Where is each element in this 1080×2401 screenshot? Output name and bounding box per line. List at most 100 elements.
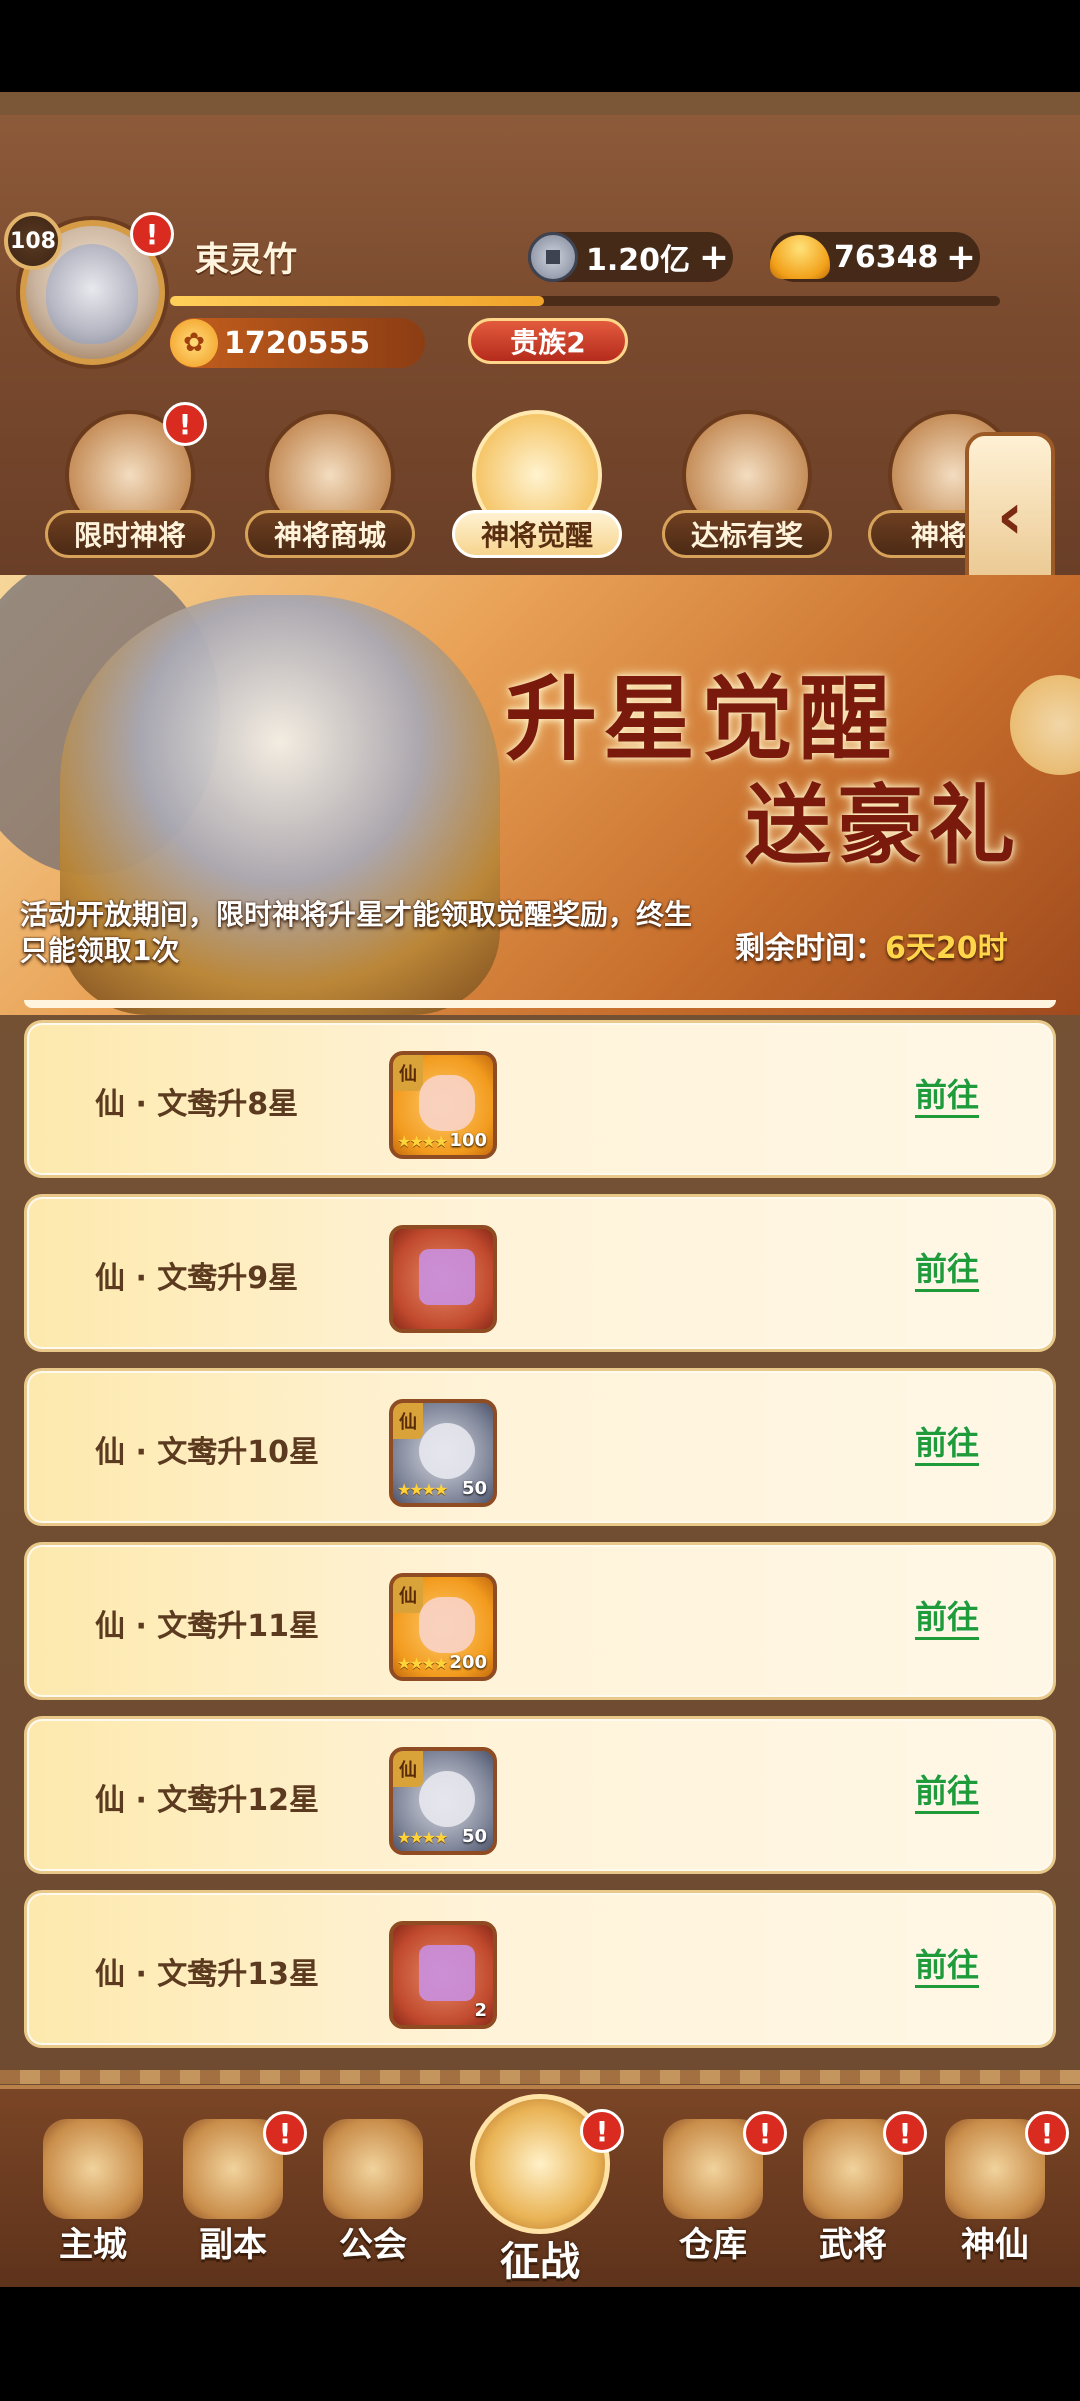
list-item: 仙 · 文鸯升12星 仙 ★★★★ 50 前往 bbox=[24, 1716, 1056, 1874]
tab-alert-icon: ! bbox=[163, 402, 207, 446]
treasure-chest-icon bbox=[419, 1945, 475, 2001]
star-rating: ★★★★ bbox=[397, 1654, 448, 1673]
go-button[interactable]: 前往 bbox=[915, 1075, 980, 1118]
nav-label: 武将 bbox=[819, 2225, 887, 2265]
tab-milestone-reward[interactable]: 达标有奖 bbox=[662, 410, 832, 570]
tab-label: 限时神将 bbox=[45, 510, 215, 558]
reward-tag: 仙 bbox=[393, 1577, 423, 1613]
nav-main-city[interactable]: 主城 bbox=[28, 2119, 158, 2279]
nav-label: 神仙 bbox=[961, 2225, 1029, 2265]
tab-limited-hero[interactable]: 限时神将 ! bbox=[45, 402, 215, 570]
tab-label: 神将商城 bbox=[245, 510, 415, 558]
go-button[interactable]: 前往 bbox=[915, 1771, 980, 1814]
level-badge: 108 bbox=[4, 212, 62, 270]
reward-item[interactable]: 仙 ★★★★ 200 bbox=[389, 1573, 497, 1681]
nav-label: 公会 bbox=[339, 2225, 407, 2265]
nav-warehouse[interactable]: 仓库 ! bbox=[648, 2111, 787, 2279]
list-item: 仙 · 文鸯升11星 仙 ★★★★ 200 前往 bbox=[24, 1542, 1056, 1700]
list-item: 仙 · 文鸯升8星 仙 ★★★★ 100 前往 bbox=[24, 1020, 1056, 1178]
task-title: 仙 · 文鸯升12星 bbox=[95, 1783, 320, 1818]
combat-power: ✿ 1720555 bbox=[170, 318, 425, 368]
task-title: 仙 · 文鸯升13星 bbox=[95, 1957, 320, 1992]
nav-label: 主城 bbox=[59, 2225, 127, 2265]
reward-item[interactable]: 仙 ★★★★ 100 bbox=[389, 1051, 497, 1159]
nav-alert-icon: ! bbox=[743, 2111, 787, 2155]
task-title: 仙 · 文鸯升9星 bbox=[95, 1261, 299, 1296]
coin-currency[interactable]: 1.20亿 + bbox=[528, 232, 733, 282]
tab-label: 达标有奖 bbox=[662, 510, 832, 558]
star-rating: ★★★★ bbox=[397, 1480, 448, 1499]
nav-guild[interactable]: 公会 bbox=[308, 2119, 438, 2279]
nav-dungeon[interactable]: 副本 ! bbox=[168, 2111, 307, 2279]
gold-ingot-icon bbox=[770, 235, 830, 279]
go-button[interactable]: 前往 bbox=[915, 1597, 980, 1640]
list-item-partial bbox=[24, 1000, 1056, 1008]
nav-deity[interactable]: 神仙 ! bbox=[930, 2111, 1069, 2279]
hero-shard-icon bbox=[419, 1423, 475, 1479]
go-button[interactable]: 前往 bbox=[915, 1945, 980, 1988]
reward-quantity: 50 bbox=[461, 1826, 487, 1847]
list-item: 仙 · 文鸯升13星 2 前往 bbox=[24, 1890, 1056, 2048]
flag-icon bbox=[323, 2119, 423, 2219]
reward-tag: 仙 bbox=[393, 1055, 423, 1091]
go-button[interactable]: 前往 bbox=[915, 1249, 980, 1292]
banner-description: 活动开放期间，限时神将升星才能领取觉醒奖励，终生只能领取1次 bbox=[20, 898, 693, 967]
timer-value: 6天20时 bbox=[885, 931, 1008, 966]
event-timer: 剩余时间：6天20时 bbox=[735, 923, 1008, 967]
reward-tag: 仙 bbox=[393, 1751, 423, 1787]
player-name: 束灵竹 bbox=[195, 240, 297, 280]
nav-label: 仓库 bbox=[679, 2225, 747, 2265]
bottom-nav: 主城 副本 ! 公会 征战 ! 仓库 ! 武将 ! 神仙 ! bbox=[0, 2085, 1080, 2287]
nav-alert-icon: ! bbox=[883, 2111, 927, 2155]
hero-shard-icon bbox=[419, 1771, 475, 1827]
nav-campaign[interactable]: 征战 ! bbox=[455, 2089, 625, 2289]
gold-currency[interactable]: 76348 + bbox=[770, 232, 980, 282]
chest-icon bbox=[419, 1249, 475, 1305]
shard-icon bbox=[419, 1597, 475, 1653]
reward-item[interactable]: 2 bbox=[389, 1921, 497, 2029]
avatar-alert-icon: ! bbox=[130, 212, 174, 256]
nav-alert-icon: ! bbox=[1025, 2111, 1069, 2155]
avatar-portrait bbox=[46, 244, 138, 344]
activity-tabs: 限时神将 ! 神将商城 神将觉醒 达标有奖 神将礼 bbox=[0, 395, 1080, 575]
task-title: 仙 · 文鸯升10星 bbox=[95, 1435, 320, 1470]
list-item: 仙 · 文鸯升9星 前往 bbox=[24, 1194, 1056, 1352]
gold-amount: 76348 bbox=[834, 239, 939, 275]
task-title: 仙 · 文鸯升11星 bbox=[95, 1609, 320, 1644]
nav-label: 副本 bbox=[199, 2225, 267, 2265]
coin-icon bbox=[528, 232, 578, 282]
reward-quantity: 50 bbox=[461, 1478, 487, 1499]
task-title: 仙 · 文鸯升8星 bbox=[95, 1087, 299, 1122]
list-item: 仙 · 文鸯升10星 仙 ★★★★ 50 前往 bbox=[24, 1368, 1056, 1526]
star-rating: ★★★★ bbox=[397, 1132, 448, 1151]
star-rating: ★★★★ bbox=[397, 1828, 448, 1847]
reward-item[interactable]: 仙 ★★★★ 50 bbox=[389, 1399, 497, 1507]
tab-label: 神将觉醒 bbox=[452, 510, 622, 558]
tab-hero-shop[interactable]: 神将商城 bbox=[245, 410, 415, 570]
city-icon bbox=[43, 2119, 143, 2219]
reward-item[interactable]: 仙 ★★★★ 50 bbox=[389, 1747, 497, 1855]
tab-hero-awaken[interactable]: 神将觉醒 bbox=[452, 410, 622, 570]
shard-icon bbox=[419, 1075, 475, 1131]
task-list[interactable]: 仙 · 文鸯升8星 仙 ★★★★ 100 前往 仙 · 文鸯升9星 前往 仙 ·… bbox=[0, 1000, 1080, 2080]
paw-icon: ✿ bbox=[170, 319, 218, 367]
nav-alert-icon: ! bbox=[263, 2111, 307, 2155]
reward-quantity: 2 bbox=[474, 2000, 487, 2021]
reward-quantity: 200 bbox=[449, 1652, 487, 1673]
combat-power-value: 1720555 bbox=[224, 325, 371, 361]
banner-subtitle: 送豪礼 bbox=[745, 775, 1021, 876]
add-coins-button[interactable]: + bbox=[695, 237, 733, 278]
exp-bar bbox=[170, 296, 1000, 306]
noble-badge[interactable]: 贵族2 bbox=[468, 318, 628, 364]
event-banner: 升星觉醒 送豪礼 活动开放期间，限时神将升星才能领取觉醒奖励，终生只能领取1次 … bbox=[0, 575, 1080, 1015]
status-bar bbox=[0, 0, 1080, 92]
system-nav-bar bbox=[0, 2287, 1080, 2401]
nav-alert-icon: ! bbox=[580, 2109, 624, 2153]
coin-amount: 1.20亿 bbox=[586, 243, 691, 278]
add-gold-button[interactable]: + bbox=[942, 237, 980, 278]
reward-item[interactable] bbox=[389, 1225, 497, 1333]
go-button[interactable]: 前往 bbox=[915, 1423, 980, 1466]
nav-label: 征战 bbox=[500, 2239, 580, 2285]
nav-generals[interactable]: 武将 ! bbox=[788, 2111, 927, 2279]
timer-label: 剩余时间： bbox=[735, 931, 885, 966]
